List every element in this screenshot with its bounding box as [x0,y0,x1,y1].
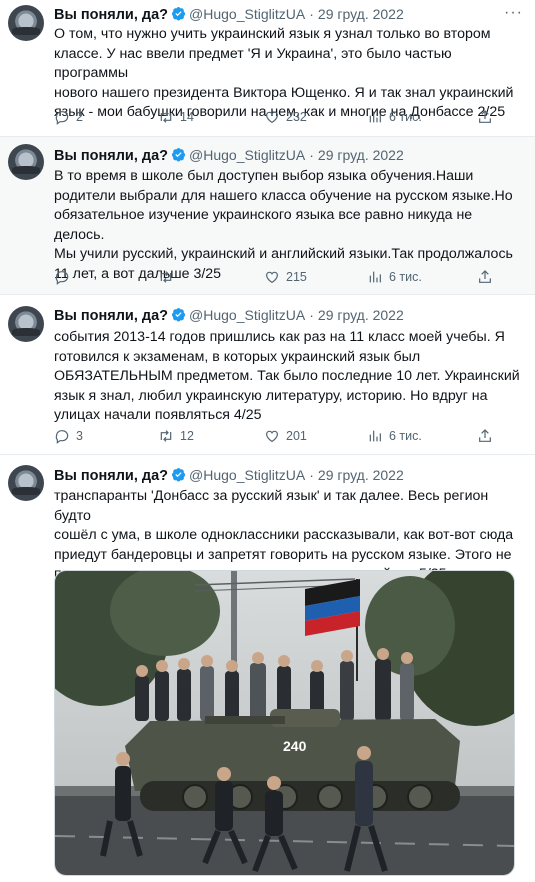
views-icon [369,271,381,283]
vehicle-number: 240 [283,738,307,754]
photo-scene: 240 [55,571,514,875]
text-line: нового нашего президента Виктора Ющенко.… [54,84,514,101]
separator: · [309,147,314,163]
tweet-actions: 215 6 тис. [54,267,523,287]
views-icon [369,430,381,442]
avatar[interactable] [8,144,44,180]
retweet-button[interactable]: 14 [158,107,194,127]
retweet-count: 14 [180,110,194,124]
like-button[interactable]: 232 [264,107,307,127]
text-line: транспаранты 'Донбасс за русский язык' и… [54,488,489,524]
text-line: язык я знал, любил украинскую литературу… [54,387,488,404]
tweet-date[interactable]: 29 груд. 2022 [318,6,404,22]
reply-count: 3 [76,429,83,443]
author-name[interactable]: Вы поняли, да? [54,308,168,324]
more-icon[interactable]: ··· [504,4,523,22]
avatar[interactable] [8,5,44,41]
verified-badge-icon [171,467,186,482]
text-line: сошёл с ума, в школе одноклассники расск… [54,527,514,543]
like-button[interactable]: 215 [264,267,307,287]
tweet-header: Вы поняли, да? @Hugo_StiglitzUA · 29 груд… [54,307,523,327]
reply-icon [55,111,69,125]
tweet-date[interactable]: 29 груд. 2022 [318,467,404,483]
views-count: 6 тис. [389,270,422,284]
tweet-2[interactable]: Вы поняли, да? @Hugo_StiglitzUA · 29 груд… [0,137,535,295]
verified-badge-icon [171,6,186,21]
tweet-date[interactable]: 29 груд. 2022 [318,307,404,323]
like-button[interactable]: 201 [264,426,307,446]
views-button[interactable]: 6 тис. [367,426,422,446]
author-handle[interactable]: @Hugo_StiglitzUA [189,307,305,323]
like-count: 215 [286,270,307,284]
reply-button[interactable]: 3 [54,426,83,446]
separator: · [309,6,314,22]
share-icon [479,429,491,442]
author-name[interactable]: Вы поняли, да? [54,468,168,484]
like-count: 232 [286,110,307,124]
share-icon [479,270,491,283]
text-line: родители выбрали для нашего класса обуче… [54,187,513,204]
tweet-date[interactable]: 29 груд. 2022 [318,147,404,163]
retweet-icon [160,111,172,123]
retweet-icon [160,271,172,283]
author-handle[interactable]: @Hugo_StiglitzUA [189,147,305,163]
like-icon [266,111,278,124]
reply-button[interactable] [54,267,76,287]
avatar[interactable] [8,306,44,342]
tweet-1[interactable]: Вы поняли, да? @Hugo_StiglitzUA · 29 груд… [0,0,535,137]
like-count: 201 [286,429,307,443]
views-button[interactable]: 6 тис. [367,267,422,287]
tweet-header: Вы поняли, да? @Hugo_StiglitzUA · 29 груд… [54,4,523,26]
text-line: О том, что нужно учить украинский язык я… [54,26,491,42]
avatar[interactable] [8,465,44,501]
share-button[interactable] [477,426,493,446]
text-line: обязательное изучение украинского языка … [54,207,473,243]
verified-badge-icon [171,307,186,322]
tweet-actions: 3 12 201 6 тис. [54,426,523,446]
retweet-button[interactable]: 12 [158,426,194,446]
share-button[interactable] [477,107,493,127]
text-line: приедут бандеровцы и запретят говорить н… [54,546,512,563]
share-icon [479,110,491,123]
tweet-text: события 2013-14 годов пришлись как раз н… [54,328,523,426]
reply-icon [55,430,69,444]
separator: · [309,307,314,323]
retweet-button[interactable] [158,267,180,287]
author-handle[interactable]: @Hugo_StiglitzUA [189,6,305,22]
text-line: В то время в школе был доступен выбор яз… [54,168,474,184]
tweet-photo[interactable]: 240 [54,570,515,876]
author-name[interactable]: Вы поняли, да? [54,7,168,23]
views-count: 6 тис. [389,110,422,124]
reply-button[interactable]: 2 [54,107,83,127]
text-line: готовился к экзаменам, в которых украинс… [54,348,421,365]
tweet-header: Вы поняли, да? @Hugo_StiglitzUA · 29 груд… [54,467,523,487]
author-handle[interactable]: @Hugo_StiglitzUA [189,467,305,483]
text-line: события 2013-14 годов пришлись как раз н… [54,329,505,345]
share-button[interactable] [477,267,493,287]
tweet-3[interactable]: Вы поняли, да? @Hugo_StiglitzUA · 29 груд… [0,295,535,455]
text-line: классе. У нас ввели предмет 'Я и Украина… [54,45,452,82]
views-icon [369,111,381,123]
text-line: улицах начали появляться 4/25 [54,407,262,423]
retweet-count: 12 [180,429,194,443]
author-name[interactable]: Вы поняли, да? [54,148,168,164]
text-line: Мы учили русский, украинский и английски… [54,246,513,262]
like-icon [266,271,278,284]
flag [305,579,360,636]
retweet-icon [160,430,172,442]
verified-badge-icon [171,147,186,162]
like-icon [266,430,278,443]
reply-icon [55,271,69,285]
tweet-header: Вы поняли, да? @Hugo_StiglitzUA · 29 груд… [54,147,523,167]
reply-count: 2 [76,110,83,124]
views-button[interactable]: 6 тис. [367,107,422,127]
text-line: ОБЯЗАТЕЛЬНЫМ предметом. Так было последн… [54,368,520,384]
tweet-actions: 2 14 232 6 тис. [54,107,523,127]
separator: · [309,467,314,483]
views-count: 6 тис. [389,429,422,443]
